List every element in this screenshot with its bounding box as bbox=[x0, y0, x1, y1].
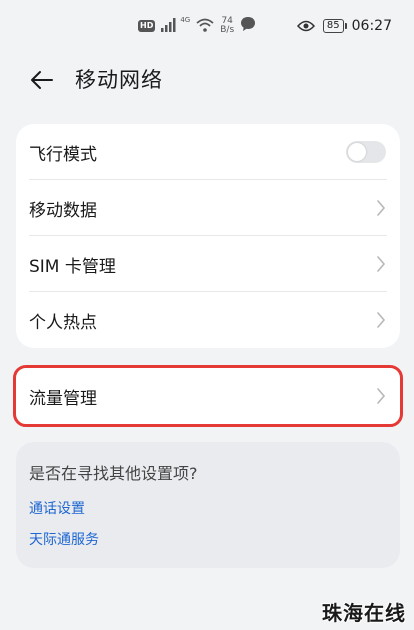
traffic-management-card: 流量管理 bbox=[13, 365, 403, 427]
message-icon bbox=[240, 16, 256, 36]
back-arrow-icon bbox=[31, 71, 53, 89]
toggle-knob bbox=[348, 143, 366, 161]
status-bar: HD 4G 74 B/s 85 06:27 bbox=[0, 0, 414, 52]
status-right-icons: 85 06:27 bbox=[296, 14, 392, 38]
chevron-right-icon bbox=[377, 256, 386, 272]
battery-indicator: 85 bbox=[322, 19, 347, 33]
airplane-mode-toggle[interactable] bbox=[346, 141, 386, 163]
signal-icon bbox=[161, 17, 177, 36]
eye-icon bbox=[296, 17, 315, 36]
chevron-right-icon bbox=[377, 312, 386, 328]
network-speed: 74 B/s bbox=[220, 17, 234, 35]
mobile-data-row[interactable]: 移动数据 bbox=[16, 180, 400, 236]
watermark: 珠海在线 bbox=[322, 601, 406, 625]
hd-badge: HD bbox=[138, 20, 156, 32]
personal-hotspot-row[interactable]: 个人热点 bbox=[16, 292, 400, 348]
row-label: 飞行模式 bbox=[29, 144, 97, 165]
skytone-service-link[interactable]: 天际通服务 bbox=[29, 529, 99, 549]
clock: 06:27 bbox=[351, 18, 392, 34]
back-button[interactable] bbox=[24, 62, 60, 98]
speed-unit: B/s bbox=[220, 25, 235, 35]
chevron-right-icon bbox=[377, 200, 386, 216]
page-title: 移动网络 bbox=[75, 68, 163, 92]
suggestion-card: 是否在寻找其他设置项? 通话设置 天际通服务 bbox=[16, 442, 400, 568]
page-header: 移动网络 bbox=[0, 56, 414, 104]
call-settings-link[interactable]: 通话设置 bbox=[29, 498, 85, 518]
network-generation: 4G bbox=[180, 16, 191, 24]
traffic-management-row[interactable]: 流量管理 bbox=[16, 368, 400, 424]
suggestion-title: 是否在寻找其他设置项? bbox=[29, 464, 198, 483]
airplane-mode-row[interactable]: 飞行模式 bbox=[16, 124, 400, 180]
chevron-right-icon bbox=[377, 388, 386, 404]
row-label: SIM 卡管理 bbox=[29, 256, 116, 277]
wifi-icon bbox=[196, 17, 214, 36]
settings-card: 飞行模式 移动数据 SIM 卡管理 个人热点 bbox=[16, 124, 400, 348]
sim-management-row[interactable]: SIM 卡管理 bbox=[16, 236, 400, 292]
status-left-icons: HD 4G 74 B/s bbox=[138, 14, 256, 38]
row-label: 个人热点 bbox=[29, 312, 97, 333]
row-label: 流量管理 bbox=[29, 388, 97, 409]
row-label: 移动数据 bbox=[29, 200, 97, 221]
